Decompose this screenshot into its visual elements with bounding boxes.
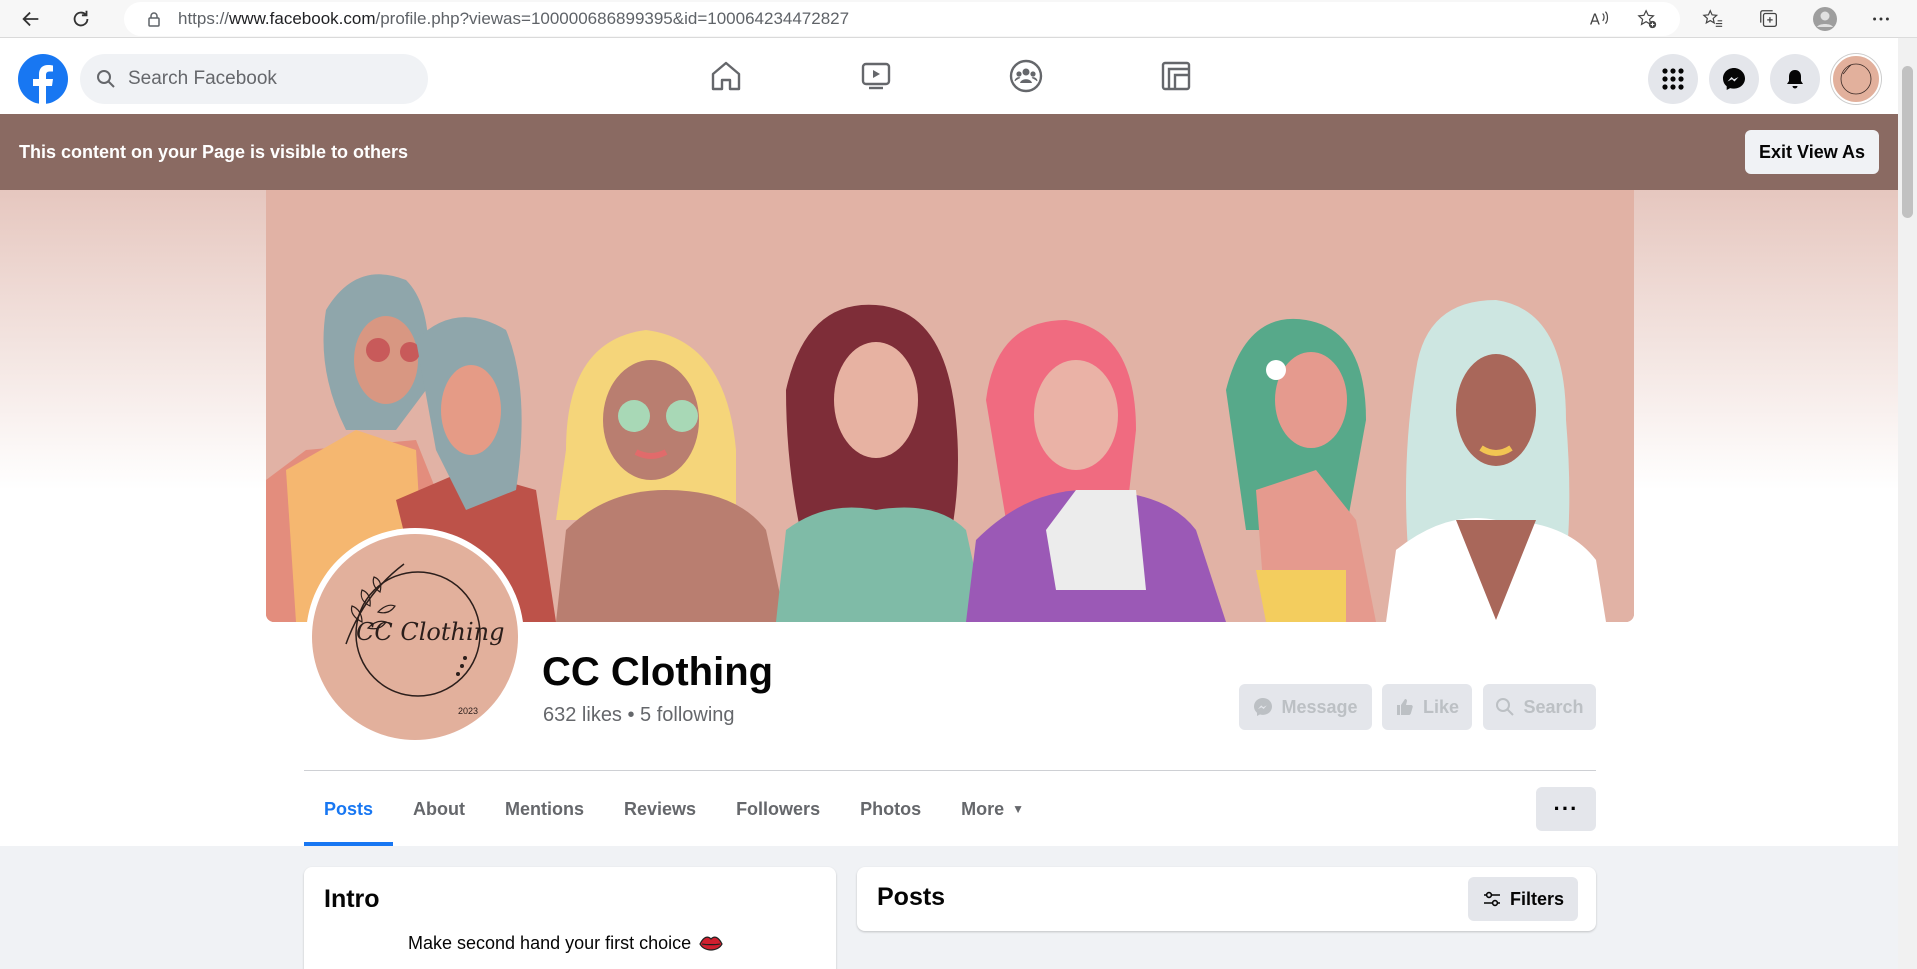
profile-avatar: CC Clothing 2023 bbox=[312, 534, 518, 740]
facebook-search[interactable] bbox=[80, 54, 428, 104]
avatar-brand-text: CC Clothing bbox=[356, 618, 505, 646]
search-icon bbox=[1496, 698, 1515, 716]
intro-bio: Make second hand your first choice bbox=[408, 933, 723, 954]
account-avatar[interactable] bbox=[1831, 54, 1881, 104]
collections-icon[interactable] bbox=[1756, 6, 1782, 32]
like-button[interactable]: Like bbox=[1382, 684, 1472, 730]
avatar-year-text: 2023 bbox=[458, 706, 479, 716]
profile-picture[interactable]: CC Clothing 2023 bbox=[306, 528, 524, 746]
tab-posts[interactable]: Posts bbox=[304, 772, 394, 846]
scrollbar-thumb[interactable] bbox=[1902, 66, 1913, 218]
search-input[interactable] bbox=[128, 68, 388, 90]
gaming-nav-icon[interactable] bbox=[1156, 56, 1196, 96]
browser-profile-icon[interactable] bbox=[1812, 6, 1838, 32]
home-nav-icon[interactable] bbox=[706, 56, 746, 96]
intro-title: Intro bbox=[324, 885, 380, 913]
cc-logo-icon bbox=[1840, 63, 1872, 95]
back-arrow-icon bbox=[22, 11, 39, 26]
back-button[interactable] bbox=[14, 2, 48, 36]
bio-text: Make second hand your first choice bbox=[408, 933, 692, 953]
browser-menu-icon[interactable] bbox=[1868, 6, 1894, 32]
tab-about[interactable]: About bbox=[393, 772, 485, 846]
url-text: https://www.facebook.com/profile.php?vie… bbox=[178, 9, 850, 28]
exit-view-as-button[interactable]: Exit View As bbox=[1745, 130, 1880, 174]
search-icon bbox=[97, 70, 115, 88]
bell-icon bbox=[1787, 70, 1803, 89]
filters-label: Filters bbox=[1509, 888, 1564, 909]
tab-more[interactable]: More ▼ bbox=[941, 772, 1044, 846]
browser-toolbar: https://www.facebook.com/profile.php?vie… bbox=[0, 0, 1917, 38]
thumbs-up-icon bbox=[1396, 699, 1413, 715]
refresh-icon bbox=[73, 10, 89, 26]
facebook-logo-icon[interactable] bbox=[18, 54, 68, 104]
view-as-message: This content on your Page is visible to … bbox=[19, 141, 409, 162]
tab-mentions[interactable]: Mentions bbox=[485, 772, 604, 846]
message-label: Message bbox=[1281, 696, 1358, 717]
notifications-button[interactable] bbox=[1770, 54, 1820, 104]
messenger-button[interactable] bbox=[1709, 54, 1759, 104]
messenger-icon bbox=[1723, 68, 1745, 90]
filters-icon bbox=[1483, 891, 1500, 907]
page-title: CC Clothing bbox=[542, 650, 774, 694]
more-options-button[interactable]: ··· bbox=[1536, 787, 1596, 831]
tab-reviews[interactable]: Reviews bbox=[604, 772, 716, 846]
facebook-header bbox=[0, 38, 1898, 114]
svg-text:A: A bbox=[1590, 12, 1600, 29]
tab-followers[interactable]: Followers bbox=[716, 772, 840, 846]
favorites-icon[interactable] bbox=[1700, 6, 1726, 32]
add-favorite-icon[interactable] bbox=[1634, 6, 1660, 32]
search-label: Search bbox=[1523, 696, 1584, 717]
address-bar[interactable]: https://www.facebook.com/profile.php?vie… bbox=[124, 2, 1680, 36]
messenger-icon bbox=[1254, 698, 1273, 716]
filters-button[interactable]: Filters bbox=[1467, 877, 1578, 921]
message-button[interactable]: Message bbox=[1239, 684, 1372, 730]
lips-icon bbox=[699, 936, 723, 951]
read-aloud-icon[interactable]: A bbox=[1586, 6, 1612, 32]
profile-tabs: Posts About Mentions Reviews Followers P… bbox=[304, 772, 1044, 846]
posts-card: Posts Filters bbox=[857, 867, 1596, 931]
lock-icon bbox=[148, 12, 160, 27]
page-stats: 632 likes • 5 following bbox=[543, 704, 735, 726]
caret-down-icon: ▼ bbox=[1012, 802, 1024, 816]
posts-title: Posts bbox=[877, 883, 946, 911]
tabs-divider bbox=[304, 770, 1596, 771]
page-search-button[interactable]: Search bbox=[1483, 684, 1596, 730]
refresh-button[interactable] bbox=[64, 2, 98, 36]
grid-menu-icon bbox=[1662, 68, 1684, 90]
groups-nav-icon[interactable] bbox=[1006, 56, 1046, 96]
view-as-banner: This content on your Page is visible to … bbox=[0, 114, 1898, 190]
watch-nav-icon[interactable] bbox=[856, 56, 896, 96]
like-label: Like bbox=[1422, 696, 1460, 717]
intro-card: Intro Make second hand your first choice bbox=[304, 867, 836, 969]
menu-grid-button[interactable] bbox=[1648, 54, 1698, 104]
tab-photos[interactable]: Photos bbox=[840, 772, 941, 846]
